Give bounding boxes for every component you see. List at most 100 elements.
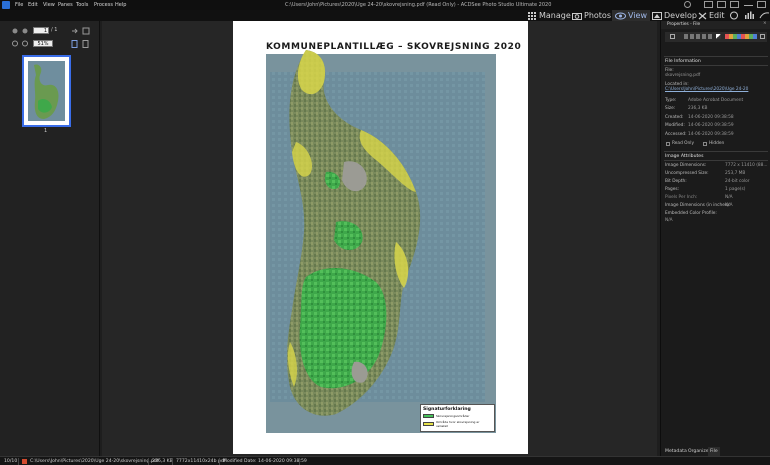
file-info-heading: File Information	[665, 59, 701, 64]
menu-edit[interactable]: Edit	[28, 2, 38, 8]
panel-title: Properties - File	[667, 22, 701, 27]
menu-process[interactable]: Process	[94, 2, 113, 8]
pan-tools	[12, 28, 28, 34]
tab-organize[interactable]: Organize	[686, 447, 711, 456]
develop-icon	[652, 11, 662, 20]
status-count: 10/10	[4, 459, 18, 464]
photos-icon	[572, 12, 582, 20]
size-value: 236,3 KB	[688, 106, 708, 111]
divider	[664, 56, 768, 57]
pages-label: Pages:	[665, 187, 680, 192]
page-number-input[interactable]: 1	[33, 27, 49, 34]
hidden-label: Hidden	[709, 141, 725, 146]
legend-item: Område hvor skovrejsning er uønsket	[423, 420, 492, 428]
app-icon	[2, 1, 10, 9]
minimize-icon[interactable]	[744, 5, 753, 6]
page-total: / 1	[51, 27, 58, 33]
divider	[18, 458, 19, 465]
uncompressed-label: Uncompressed Size:	[665, 171, 709, 176]
edit-icon	[698, 12, 707, 19]
legend-title: Signaturforklaring	[423, 407, 471, 412]
legend-label: Skovrejsningsområder	[436, 414, 470, 418]
bitdepth-label: Bit Depth:	[665, 179, 687, 184]
color-profile-label: Embedded Color Profile:	[665, 211, 717, 216]
type-label: Type:	[665, 98, 677, 103]
mode-photos[interactable]: Photos	[572, 10, 611, 21]
next-icon[interactable]	[72, 28, 78, 34]
layout-2-icon[interactable]	[717, 1, 726, 8]
divider	[664, 151, 768, 152]
mode-photos-label: Photos	[584, 11, 611, 20]
mode-manage-label: Manage	[539, 11, 571, 20]
status-size: 236,3 KB	[152, 459, 173, 464]
mode-edit-label: Edit	[709, 11, 725, 20]
grid-icon	[528, 11, 536, 20]
menu-help[interactable]: Help	[115, 2, 126, 8]
fit-page-icon[interactable]	[71, 40, 78, 48]
zoom-out-icon[interactable]	[22, 40, 28, 47]
property-toolbar	[665, 32, 767, 42]
layout-3-icon[interactable]	[730, 1, 739, 8]
modified-value: 14-06-2020 09:38:59	[688, 123, 734, 128]
view-tools	[71, 40, 89, 48]
rotate-tools	[72, 27, 90, 35]
tab-file[interactable]: File	[708, 447, 720, 456]
pdf-icon	[22, 459, 27, 464]
left-panel: 1 / 1 51% 1	[0, 21, 100, 456]
status-bar: 10/10 C:\Users\John\Pictures\2020\Uge 24…	[0, 456, 770, 465]
thumbnail-page-number: 1	[44, 128, 48, 134]
print-icon[interactable]	[82, 27, 90, 35]
rating-icons[interactable]	[684, 34, 714, 39]
window-title: C:\Users\John\Pictures\2020\Uge 24-20\sk…	[285, 2, 552, 8]
dim-inches-label: Image Dimensions (in inches):	[665, 203, 731, 208]
modified-label: Modified:	[665, 123, 685, 128]
readonly-checkbox[interactable]	[666, 142, 670, 146]
divider	[299, 458, 300, 465]
accessed-value: 14-06-2020 09:38:59	[688, 132, 734, 137]
legend-swatch-forest	[423, 414, 434, 418]
divider	[148, 458, 149, 465]
color-labels[interactable]	[725, 34, 757, 39]
size-label: Size:	[665, 106, 676, 111]
status-dims: 7772x11410x24b pdf	[176, 459, 226, 464]
hidden-checkbox[interactable]	[703, 142, 707, 146]
maximize-icon[interactable]	[757, 1, 766, 8]
menu-view[interactable]: View	[43, 2, 55, 8]
accessed-label: Accessed:	[665, 132, 687, 137]
legend-item: Skovrejsningsområder	[423, 414, 492, 418]
mode-view[interactable]: View	[612, 10, 650, 21]
menu-tools[interactable]: Tools	[76, 2, 88, 8]
divider	[219, 458, 220, 465]
image-dim-value: 7772 x 11410 (88...	[725, 163, 768, 168]
properties-panel: Properties - File × File Information Fil…	[660, 21, 770, 456]
divider	[664, 65, 768, 66]
menu-panes[interactable]: Panes	[58, 2, 73, 8]
zoom-tools	[12, 40, 28, 47]
thumbnail-map-image	[24, 57, 69, 125]
zoom-in-icon[interactable]	[12, 40, 18, 47]
map-legend: Signaturforklaring Skovrejsningsområder …	[420, 404, 495, 432]
menu-file[interactable]: File	[15, 2, 23, 8]
tab-metadata[interactable]: Metadata	[663, 447, 689, 456]
pointer-icon[interactable]	[22, 28, 28, 34]
dashboard-icon	[730, 11, 738, 20]
mode-edit[interactable]: Edit	[698, 10, 725, 21]
zoom-input[interactable]: 51%	[33, 40, 53, 47]
fit-width-icon[interactable]	[82, 40, 89, 48]
page-thumbnail[interactable]	[22, 55, 71, 127]
located-link[interactable]: C:\Users\John\Pictures\2020\Uge 24-20	[665, 87, 748, 92]
checkbox-icon[interactable]	[670, 34, 675, 39]
mode-develop[interactable]: Develop	[652, 10, 697, 21]
layout-icon[interactable]	[704, 1, 713, 8]
account-icon[interactable]	[684, 1, 691, 8]
panel-close-icon[interactable]: ×	[763, 21, 767, 26]
cloud-icon	[759, 12, 770, 19]
menu-bar: File Edit View Panes Tools Process Help …	[0, 0, 770, 10]
pages-value: 1 page(s)	[725, 187, 746, 192]
mode-view-label: View	[628, 11, 647, 20]
color-label-icon[interactable]	[716, 34, 721, 39]
hand-icon[interactable]	[12, 28, 18, 34]
mode-manage[interactable]: Manage	[528, 10, 571, 21]
clear-label-icon[interactable]	[760, 34, 765, 39]
stats-icon	[745, 15, 747, 19]
